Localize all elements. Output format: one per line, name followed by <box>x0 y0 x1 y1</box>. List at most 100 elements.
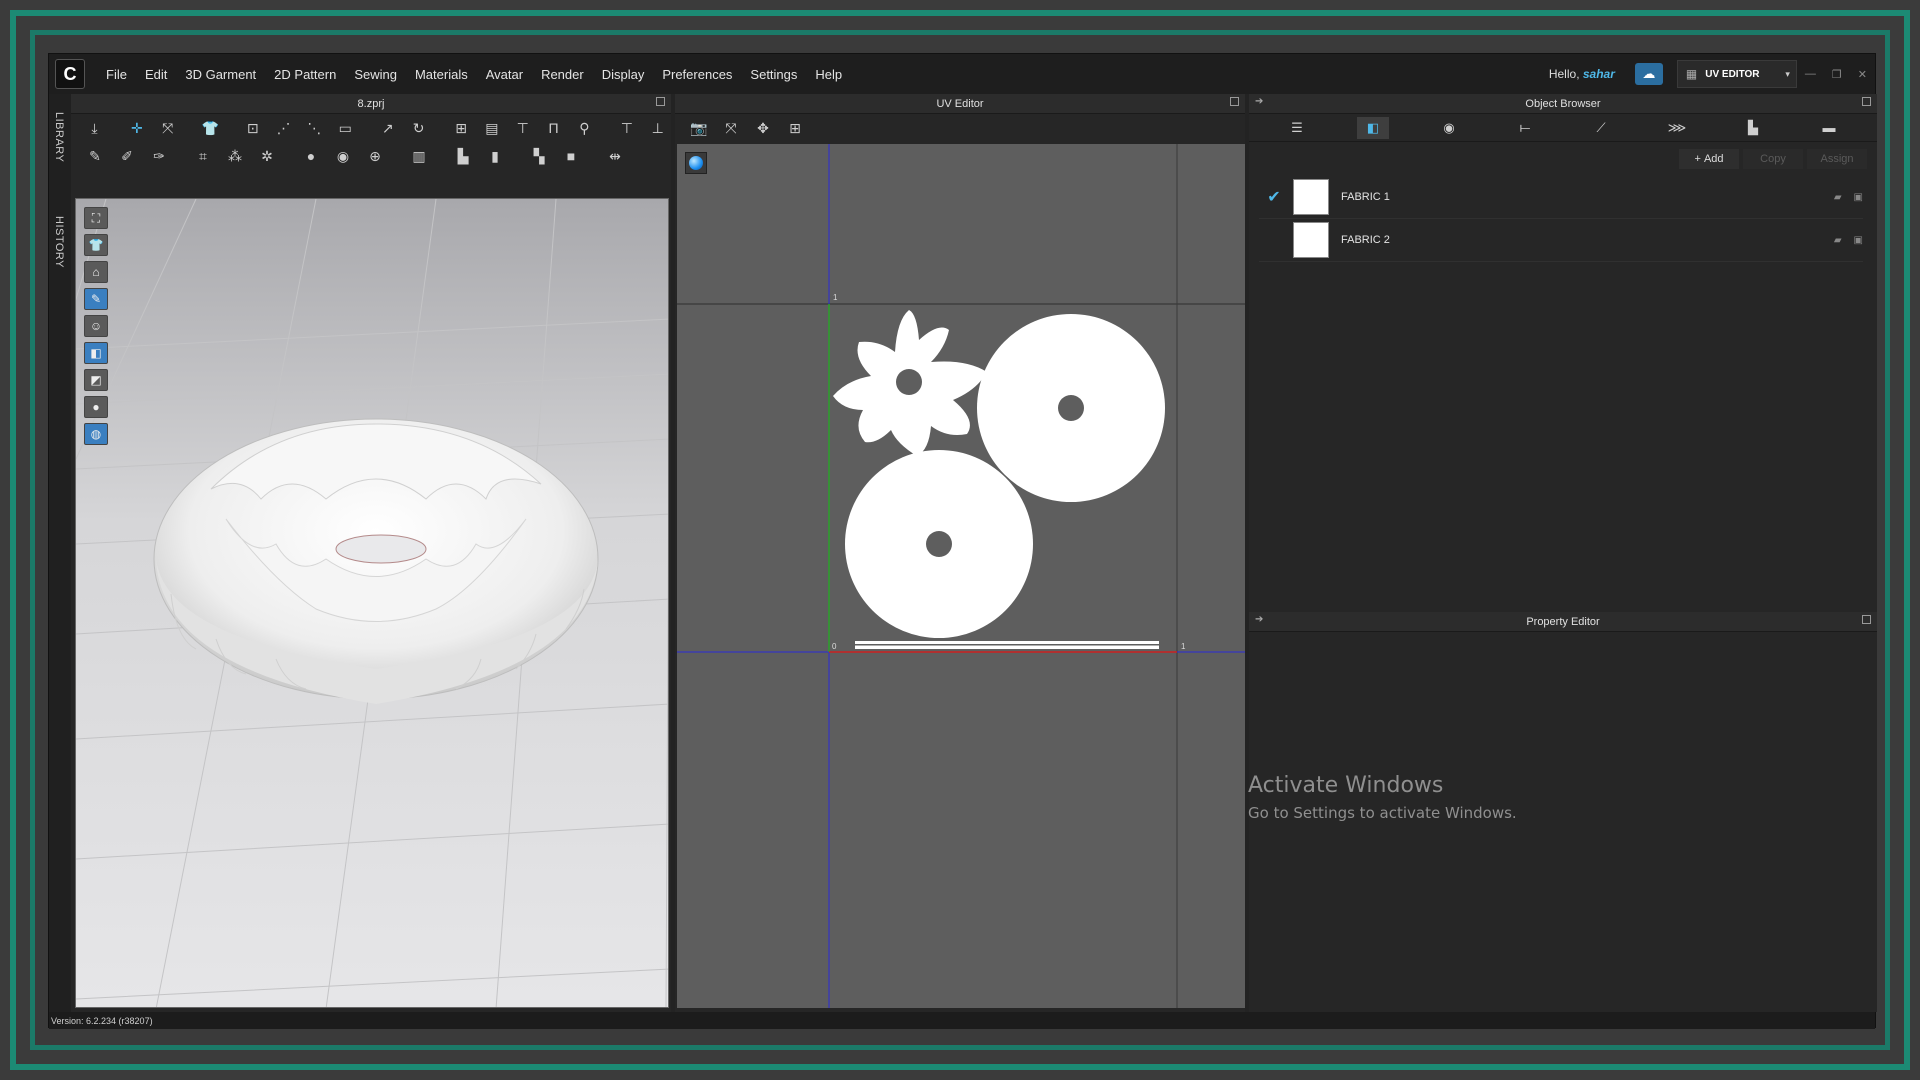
menu-display[interactable]: Display <box>593 67 654 82</box>
puckering-tab-icon[interactable]: ⋙ <box>1661 117 1693 139</box>
texture-display-icon[interactable]: ✎ <box>84 288 108 310</box>
seamline-tool-icon[interactable]: ↗ <box>374 117 401 139</box>
trim-icon[interactable]: ⁂ <box>221 145 249 167</box>
stitch-icon[interactable]: ▮ <box>481 145 509 167</box>
fit-map-icon[interactable]: ⊤ <box>613 117 640 139</box>
fold-tool-icon[interactable]: ↻ <box>405 117 432 139</box>
pants-icon[interactable]: Π <box>540 117 567 139</box>
avatar-display-icon[interactable]: ⛶ <box>84 207 108 229</box>
tack-tool-icon[interactable]: ⊡ <box>239 117 266 139</box>
menu-avatar[interactable]: Avatar <box>477 67 532 82</box>
zipper-icon[interactable]: ⊕ <box>361 145 389 167</box>
edit-curve-icon[interactable]: ✐ <box>113 145 141 167</box>
tab-library[interactable]: LIBRARY <box>53 112 65 162</box>
topstitch-icon[interactable]: ▚ <box>525 145 553 167</box>
expand-icon[interactable] <box>1230 97 1239 106</box>
status-bar: Version: 6.2.234 (r38207) <box>49 1012 1875 1029</box>
shirt-icon[interactable]: ⊤ <box>509 117 536 139</box>
mode-selector[interactable]: ▦ UV EDITOR ▾ <box>1676 60 1797 88</box>
uv-editor-title-bar: UV Editor <box>675 94 1245 114</box>
fabric-preview-icon[interactable]: ▰ <box>1834 192 1842 203</box>
menu-file[interactable]: File <box>97 67 136 82</box>
menu-3d-garment[interactable]: 3D Garment <box>176 67 265 82</box>
expand-icon[interactable] <box>1862 615 1871 624</box>
arrangement-icon[interactable]: ⊞ <box>448 117 475 139</box>
x-ray-icon[interactable]: ◩ <box>84 369 108 391</box>
uv-editor-title: UV Editor <box>936 97 984 110</box>
trim-tab-icon[interactable]: ▬ <box>1813 117 1845 139</box>
fabric-list-item[interactable]: ✔ FABRIC 1 ▰ ▣ <box>1259 176 1863 219</box>
minimize-icon[interactable]: — <box>1805 68 1816 80</box>
assign-button[interactable]: Assign <box>1807 149 1867 169</box>
add-button[interactable]: + Add <box>1679 149 1739 169</box>
cloud-icon[interactable]: ☁ <box>1634 63 1663 85</box>
tape-icon[interactable]: ▥ <box>405 145 433 167</box>
move-tool-icon[interactable]: ✛ <box>124 117 151 139</box>
pin-icon[interactable]: ➔ <box>1255 96 1263 107</box>
pin-box-icon[interactable]: ⋱ <box>301 117 328 139</box>
mesh-display-icon[interactable]: ◧ <box>84 342 108 364</box>
menu-bar: C File Edit 3D Garment 2D Pattern Sewing… <box>49 54 1875 94</box>
pin-tool-icon[interactable]: ⋰ <box>270 117 297 139</box>
buttonhole-icon[interactable]: ◉ <box>329 145 357 167</box>
uv-camera-icon[interactable]: 📷 <box>685 117 713 139</box>
menu-materials[interactable]: Materials <box>406 67 477 82</box>
topstitch-tab-icon[interactable]: ⟋ <box>1585 117 1617 139</box>
menu-help[interactable]: Help <box>806 67 851 82</box>
expand-icon[interactable] <box>656 97 665 106</box>
menu-sewing[interactable]: Sewing <box>345 67 406 82</box>
fabric-icon[interactable]: ▤ <box>478 117 505 139</box>
3d-viewport[interactable]: ⛶ 👕 ⌂ ✎ ☺ ◧ ◩ ● ◍ <box>75 198 669 1008</box>
transform-icon[interactable]: ⇹ <box>601 145 629 167</box>
shaded-icon[interactable]: ⌂ <box>84 261 108 283</box>
uv-move-icon[interactable]: ✥ <box>749 117 777 139</box>
graphic-tab-icon[interactable]: ▙ <box>1737 117 1769 139</box>
edit-pattern-icon[interactable]: ✎ <box>81 145 109 167</box>
avatar-icon[interactable]: ⚲ <box>571 117 598 139</box>
measure-tool-icon[interactable]: ▭ <box>332 117 359 139</box>
delete-icon[interactable]: ▣ <box>1854 235 1863 246</box>
fill-icon[interactable]: ■ <box>557 145 585 167</box>
edit-seam-icon[interactable]: ✑ <box>145 145 173 167</box>
uv-transform-icon[interactable]: ⤧ <box>717 117 745 139</box>
copy-button[interactable]: Copy <box>1743 149 1803 169</box>
select-tool-icon[interactable]: ⤓ <box>81 117 108 139</box>
check-icon: ✔ <box>1267 189 1281 206</box>
pin-icon[interactable]: ➔ <box>1255 614 1263 625</box>
button-tool-icon[interactable]: ● <box>297 145 325 167</box>
globe-icon[interactable]: ◍ <box>84 423 108 445</box>
avatar-body-icon[interactable]: ☺ <box>84 315 108 337</box>
uv-layout: 1 0 1 <box>677 144 1245 1008</box>
property-editor-title: Property Editor <box>1526 615 1600 628</box>
fabric-tab-icon[interactable]: ◧ <box>1357 116 1389 139</box>
add-button-label: Add <box>1703 153 1724 165</box>
menu-render[interactable]: Render <box>532 67 593 82</box>
graphic-icon[interactable]: ▙ <box>449 145 477 167</box>
menu-preferences[interactable]: Preferences <box>653 67 741 82</box>
close-icon[interactable]: ✕ <box>1858 68 1867 81</box>
strain-map-icon[interactable]: ⊥ <box>644 117 671 139</box>
list-icon[interactable]: ☰ <box>1281 117 1313 139</box>
uv-select-icon[interactable]: ⊞ <box>781 117 809 139</box>
buttonhole-tab-icon[interactable]: ⟝ <box>1509 117 1541 139</box>
skin-icon[interactable]: ● <box>84 396 108 418</box>
fabric-preview-icon[interactable]: ▰ <box>1834 235 1842 246</box>
fabric-list-item[interactable]: FABRIC 2 ▰ ▣ <box>1259 219 1863 262</box>
material-preview-button[interactable] <box>685 152 707 174</box>
select-mesh-icon[interactable]: ⤧ <box>154 117 181 139</box>
tab-history[interactable]: HISTORY <box>53 216 65 268</box>
restore-icon[interactable]: ❐ <box>1832 68 1842 81</box>
property-editor-title-bar: ➔ Property Editor <box>1249 612 1877 632</box>
delete-icon[interactable]: ▣ <box>1854 192 1863 203</box>
texture-icon[interactable]: ⌗ <box>189 145 217 167</box>
garment-display-icon[interactable]: 👕 <box>84 234 108 256</box>
expand-icon[interactable] <box>1862 97 1871 106</box>
menu-settings[interactable]: Settings <box>741 67 806 82</box>
button-tab-icon[interactable]: ◉ <box>1433 117 1465 139</box>
menu-2d-pattern[interactable]: 2D Pattern <box>265 67 345 82</box>
object-browser-title-bar: ➔ Object Browser <box>1249 94 1877 114</box>
garment-tool-icon[interactable]: 👕 <box>197 117 224 139</box>
puckering-icon[interactable]: ✲ <box>253 145 281 167</box>
uv-canvas[interactable]: 1 0 1 <box>677 144 1245 1008</box>
menu-edit[interactable]: Edit <box>136 67 176 82</box>
